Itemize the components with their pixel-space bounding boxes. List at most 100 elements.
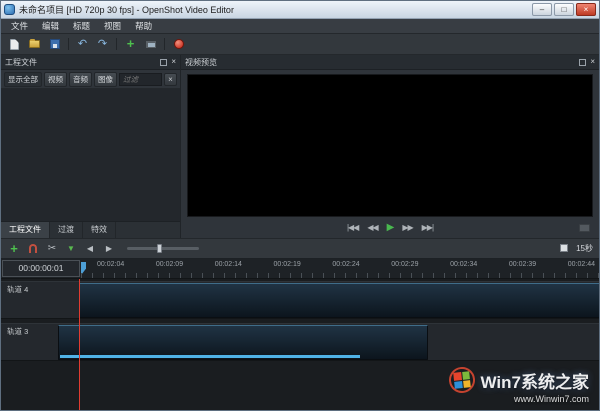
close-button[interactable]: × [576, 3, 596, 16]
left-panel-tabs: 工程文件 过渡 特效 [1, 221, 180, 238]
import-files-button[interactable]: + [122, 36, 139, 52]
capture-icon[interactable] [579, 224, 590, 232]
main-area: 工程文件 × 显示全部 视频 音频 图像 × 工程文件 过渡 特效 [1, 55, 599, 238]
app-icon [4, 4, 15, 15]
window-title: 未命名项目 [HD 720p 30 fps] - OpenShot Video … [19, 3, 528, 16]
menu-help[interactable]: 帮助 [129, 19, 158, 33]
track-label: 轨道 3 [7, 326, 28, 337]
ruler-label: 00:02:19 [274, 261, 301, 268]
ruler-label: 00:02:34 [450, 261, 477, 268]
panel-close-icon[interactable]: × [590, 58, 595, 66]
tab-transitions[interactable]: 过渡 [50, 222, 83, 238]
new-project-button[interactable] [6, 36, 23, 52]
menu-file[interactable]: 文件 [5, 19, 34, 33]
playhead-line [79, 279, 80, 411]
clip[interactable] [79, 283, 599, 318]
panel-float-icon[interactable] [160, 59, 167, 66]
ruler-label: 00:02:09 [156, 261, 183, 268]
video-preview-panel: 视频预览 × |◀◀ ◀◀ ▶ ▶▶ ▶▶| [181, 55, 599, 238]
filter-video-button[interactable]: 视频 [44, 72, 67, 87]
snapping-button[interactable] [26, 241, 40, 255]
filter-row: 显示全部 视频 音频 图像 × [1, 70, 180, 89]
video-preview-screen[interactable] [187, 74, 593, 217]
add-title-button[interactable] [142, 36, 159, 52]
plus-icon: + [127, 38, 135, 50]
preview-panel-title: 视频预览 [185, 57, 217, 68]
playhead-marker[interactable] [81, 262, 86, 275]
panel-close-icon[interactable]: × [171, 58, 176, 66]
play-button[interactable]: ▶ [387, 223, 394, 233]
ruler-labels: 00:02:04 00:02:09 00:02:14 00:02:19 00:0… [81, 259, 599, 268]
titlebar: 未命名项目 [HD 720p 30 fps] - OpenShot Video … [1, 1, 599, 19]
save-project-button[interactable] [46, 36, 63, 52]
record-ball-icon [174, 39, 184, 49]
redo-button[interactable]: ↷ [94, 36, 111, 52]
ruler-label: 00:02:04 [97, 261, 124, 268]
main-toolbar: ↶ ↷ + [1, 34, 599, 55]
timecode-display[interactable]: 00:00:00:01 [2, 260, 80, 277]
add-track-button[interactable]: + [7, 241, 21, 255]
track-label: 轨道 4 [7, 284, 28, 295]
undo-button[interactable]: ↶ [74, 36, 91, 52]
save-disk-icon [50, 39, 60, 49]
clip-progress-bar [60, 355, 360, 358]
tab-effects[interactable]: 特效 [83, 222, 116, 238]
previous-marker-button[interactable]: ◀ [83, 241, 97, 255]
ruler-label: 00:02:14 [215, 261, 242, 268]
razor-button[interactable]: ✂ [45, 241, 59, 255]
export-video-button[interactable] [170, 36, 187, 52]
film-icon [145, 40, 157, 49]
zoom-interval-label: 15秒 [576, 243, 593, 254]
ruler-label: 00:02:39 [509, 261, 536, 268]
jump-start-button[interactable]: |◀◀ [347, 223, 358, 233]
magnet-icon [29, 244, 37, 253]
open-folder-icon [29, 40, 40, 48]
fast-forward-button[interactable]: ▶▶ [402, 223, 412, 233]
menu-title[interactable]: 标题 [67, 19, 96, 33]
filter-all-button[interactable]: 显示全部 [4, 72, 42, 87]
preview-panel-header: 视频预览 × [181, 55, 599, 70]
project-panel-header: 工程文件 × [1, 55, 180, 70]
add-marker-button[interactable]: ▼ [64, 241, 78, 255]
tab-project-files[interactable]: 工程文件 [1, 222, 50, 238]
undo-icon: ↶ [78, 39, 87, 49]
transport-controls: |◀◀ ◀◀ ▶ ▶▶ ▶▶| [181, 219, 599, 238]
new-file-icon [10, 39, 19, 50]
open-project-button[interactable] [26, 36, 43, 52]
maximize-button[interactable]: □ [554, 3, 574, 16]
ruler-label: 00:02:24 [332, 261, 359, 268]
timeline-ruler[interactable]: 00:02:04 00:02:09 00:02:14 00:02:19 00:0… [81, 259, 599, 278]
toolbar-separator [116, 38, 117, 50]
minimize-button[interactable]: – [532, 3, 552, 16]
window-controls: – □ × [532, 3, 596, 16]
zoom-slider-handle[interactable] [157, 244, 162, 253]
project-panel-title: 工程文件 [5, 57, 37, 68]
menu-edit[interactable]: 编辑 [36, 19, 65, 33]
toolbar-separator [164, 38, 165, 50]
toolbar-separator [68, 38, 69, 50]
timeline-tracks: 轨道 4 轨道 3 [1, 279, 599, 411]
timeline-ruler-row: 00:00:00:01 00:02:04 00:02:09 00:02:14 0… [1, 259, 599, 279]
filter-image-button[interactable]: 图像 [94, 72, 117, 87]
filter-audio-button[interactable]: 音频 [69, 72, 92, 87]
filter-input[interactable] [119, 73, 162, 86]
project-files-panel: 工程文件 × 显示全部 视频 音频 图像 × 工程文件 过渡 特效 [1, 55, 181, 238]
menubar: 文件 编辑 标题 视图 帮助 [1, 19, 599, 34]
jump-end-button[interactable]: ▶▶| [422, 223, 433, 233]
rewind-button[interactable]: ◀◀ [367, 223, 377, 233]
track-row-4: 轨道 4 [1, 281, 599, 319]
track-row-3: 轨道 3 [1, 323, 599, 361]
panel-float-icon[interactable] [579, 59, 586, 66]
ruler-label: 00:02:44 [568, 261, 595, 268]
clear-filter-button[interactable]: × [164, 73, 177, 86]
redo-icon: ↷ [98, 39, 107, 49]
clip[interactable] [58, 325, 428, 360]
project-file-list[interactable] [1, 89, 180, 221]
zoom-units-checkbox[interactable] [560, 244, 568, 252]
ruler-label: 00:02:29 [391, 261, 418, 268]
menu-view[interactable]: 视图 [98, 19, 127, 33]
app-window: 未命名项目 [HD 720p 30 fps] - OpenShot Video … [0, 0, 600, 411]
zoom-slider[interactable] [127, 247, 199, 250]
next-marker-button[interactable]: ▶ [102, 241, 116, 255]
timeline-toolbar: + ✂ ▼ ◀ ▶ 15秒 [1, 238, 599, 259]
